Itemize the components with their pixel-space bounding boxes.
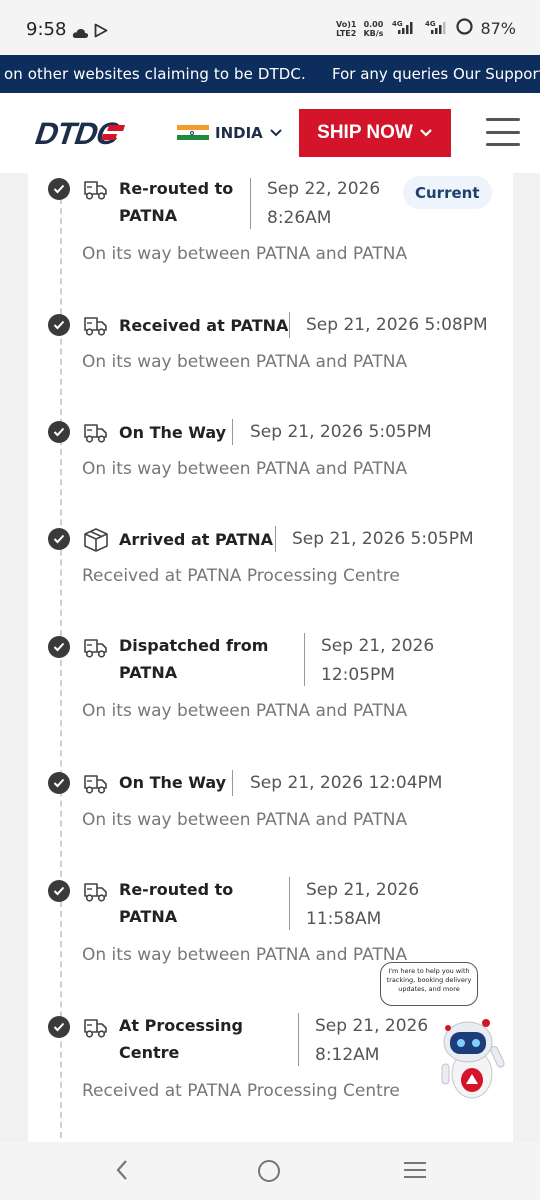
signal-icon-sim2: 4G [423, 19, 449, 39]
chevron-down-icon [269, 123, 283, 142]
divider [304, 633, 305, 686]
check-circle-icon [48, 314, 70, 336]
event-title: On The Way [119, 423, 227, 442]
event-title: Re-routed to PATNA [119, 179, 234, 225]
country-selector[interactable]: INDIA [177, 123, 283, 142]
volte-indicator: Vo)1 LTE2 [335, 19, 357, 38]
truck-icon [82, 419, 110, 447]
ship-now-label: SHIP NOW [317, 122, 413, 143]
india-flag-icon [177, 125, 209, 140]
cloud-icon [72, 24, 89, 43]
event-title: Re-routed to PATNA [119, 880, 234, 926]
net2-label: 4G [425, 20, 436, 28]
site-header: DTDC INDIA SHIP NOW [0, 93, 540, 173]
divider [289, 877, 290, 930]
event-title: Arrived at PATNA [119, 530, 274, 549]
chevron-down-icon [419, 122, 433, 144]
logo-text: DTDC [31, 116, 126, 150]
event-description: On its way between PATNA and PATNA [82, 810, 408, 830]
truck-icon [82, 878, 110, 906]
divider [275, 526, 276, 552]
check-circle-icon [48, 528, 70, 550]
ticker-text-1: on other websites claiming to be DTDC. [4, 65, 306, 83]
event-description: On its way between PATNA and PATNA [82, 701, 408, 721]
check-circle-icon [48, 178, 70, 200]
event-date: Sep 21, 2026 5:05PM [250, 422, 432, 442]
check-circle-icon [48, 880, 70, 902]
event-date: Sep 21, 2026 5:08PM [306, 315, 488, 335]
ticker-text-2: For any queries Our Support [332, 65, 540, 83]
battery-icon [456, 18, 474, 39]
event-title: On The Way [119, 773, 227, 792]
status-bar: 9:58 Vo)1 LTE2 0.00 KB/s 4G 4G 87% [0, 0, 540, 56]
status-time: 9:58 [26, 19, 67, 40]
recent-apps-icon[interactable] [404, 1162, 426, 1178]
check-circle-icon [48, 636, 70, 658]
net1-label: 4G [392, 20, 403, 28]
event-date: Sep 21, 2026 5:05PM [292, 529, 474, 549]
divider [232, 770, 233, 796]
divider [232, 419, 233, 445]
back-icon[interactable] [114, 1158, 130, 1186]
announcement-ticker: on other websites claiming to be DTDC. F… [0, 55, 540, 93]
event-description: Received at PATNA Processing Centre [82, 566, 400, 586]
network-speed: 0.00 KB/s [363, 19, 384, 38]
menu-icon[interactable] [486, 118, 520, 146]
event-date: Sep 22, 2026 8:26AM [267, 179, 381, 228]
package-icon [82, 526, 110, 554]
event-description: On its way between PATNA and PATNA [82, 244, 408, 264]
check-circle-icon [48, 421, 70, 443]
country-label: INDIA [215, 123, 263, 142]
truck-icon [82, 176, 110, 204]
truck-icon [82, 770, 110, 798]
truck-icon [82, 634, 110, 662]
divider [289, 312, 290, 338]
divider [250, 178, 251, 229]
event-description: On its way between PATNA and PATNA [82, 459, 408, 479]
check-circle-icon [48, 1016, 70, 1038]
event-description: Received at PATNA Processing Centre [82, 1081, 400, 1101]
event-date: Sep 21, 2026 11:58AM [306, 880, 420, 929]
event-description: On its way between PATNA and PATNA [82, 945, 408, 965]
current-status-badge: Current [403, 176, 492, 209]
signal-icon-sim1: 4G [390, 19, 416, 39]
event-description: On its way between PATNA and PATNA [82, 352, 408, 372]
event-title: At Processing Centre [119, 1016, 243, 1062]
ship-now-button[interactable]: SHIP NOW [299, 109, 451, 157]
event-date: Sep 21, 2026 12:05PM [321, 636, 435, 685]
check-circle-icon [48, 772, 70, 794]
dtdc-logo[interactable]: DTDC [30, 116, 130, 154]
chatbot-robot-icon[interactable] [436, 1014, 508, 1110]
home-icon[interactable] [258, 1160, 280, 1182]
event-date: Sep 21, 2026 8:12AM [315, 1016, 429, 1065]
battery-percent: 87% [480, 19, 516, 38]
truck-icon [82, 1014, 110, 1042]
divider [298, 1013, 299, 1066]
event-title: Dispatched from PATNA [119, 636, 269, 682]
event-title: Received at PATNA [119, 316, 289, 335]
play-store-icon [94, 23, 108, 42]
event-date: Sep 21, 2026 12:04PM [250, 773, 443, 793]
system-nav-bar [0, 1142, 540, 1200]
chatbot-speech-bubble[interactable]: I'm here to help you with tracking, book… [380, 962, 478, 1006]
truck-icon [82, 312, 110, 340]
